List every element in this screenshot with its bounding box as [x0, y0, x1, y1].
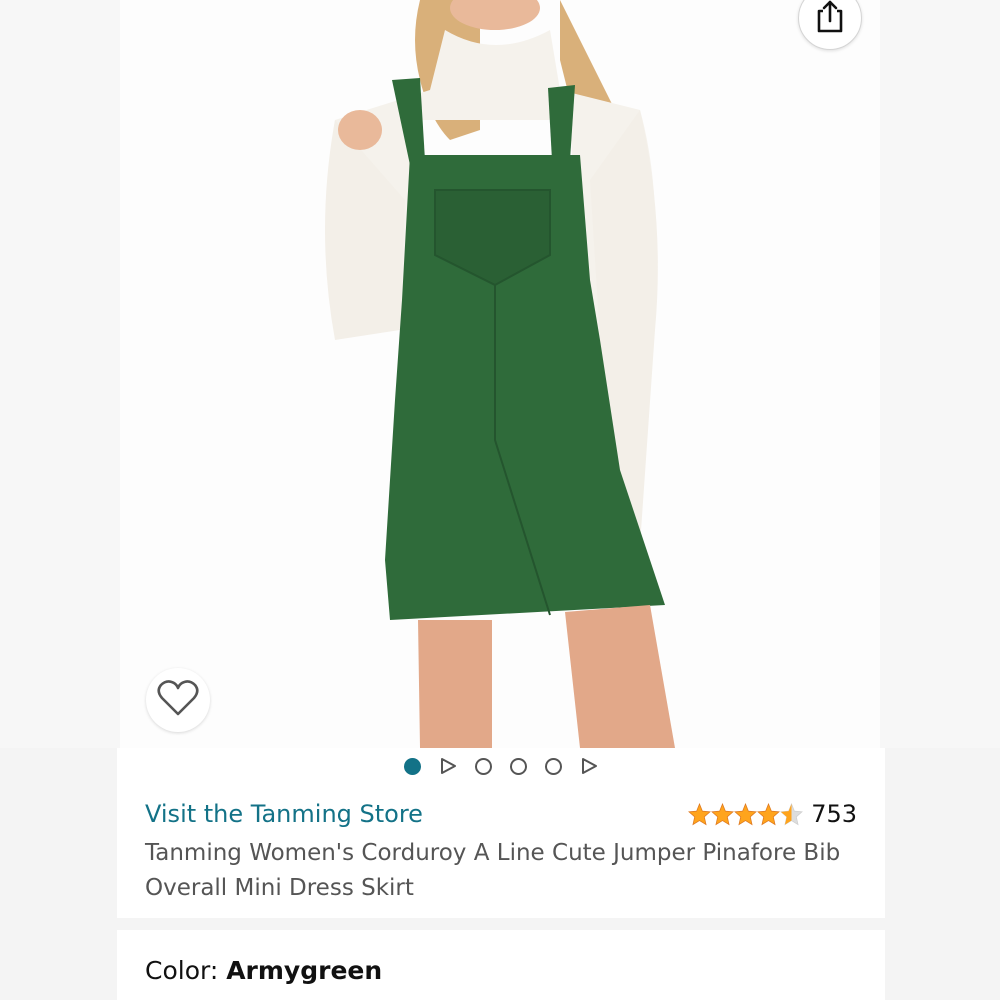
- product-info-card: Visit the Tanming Store 753 Tanming Wome…: [117, 748, 885, 918]
- rating-count[interactable]: 753: [811, 800, 857, 828]
- color-selector-card[interactable]: Color: Armygreen: [117, 930, 885, 1000]
- star-rating: [688, 802, 804, 826]
- carousel-dot[interactable]: [510, 757, 527, 775]
- color-selector[interactable]: Color: Armygreen: [145, 956, 382, 985]
- product-photo[interactable]: [120, 0, 880, 748]
- color-label: Color:: [145, 956, 227, 985]
- star-icon: [688, 802, 712, 825]
- play-triangle-icon[interactable]: [439, 757, 457, 775]
- carousel-dot-active[interactable]: [404, 757, 421, 775]
- star-icon: [734, 802, 758, 825]
- carousel-dot[interactable]: [545, 757, 562, 775]
- product-image-area[interactable]: [0, 0, 1000, 748]
- star-icon: [711, 802, 735, 825]
- store-link[interactable]: Visit the Tanming Store: [145, 800, 423, 828]
- product-page: Visit the Tanming Store 753 Tanming Wome…: [0, 0, 1000, 1000]
- play-triangle-icon[interactable]: [580, 757, 598, 775]
- rating-summary[interactable]: 753: [688, 800, 857, 828]
- heart-icon: [156, 678, 200, 722]
- star-icon: [757, 802, 781, 825]
- star-icon-half: [780, 802, 804, 825]
- carousel-dot[interactable]: [475, 757, 492, 775]
- color-value: Armygreen: [226, 956, 383, 985]
- product-title: Tanming Women's Corduroy A Line Cute Jum…: [145, 840, 841, 901]
- carousel-indicators[interactable]: [117, 754, 885, 778]
- share-icon: [815, 0, 845, 37]
- add-to-list-button[interactable]: [146, 668, 210, 732]
